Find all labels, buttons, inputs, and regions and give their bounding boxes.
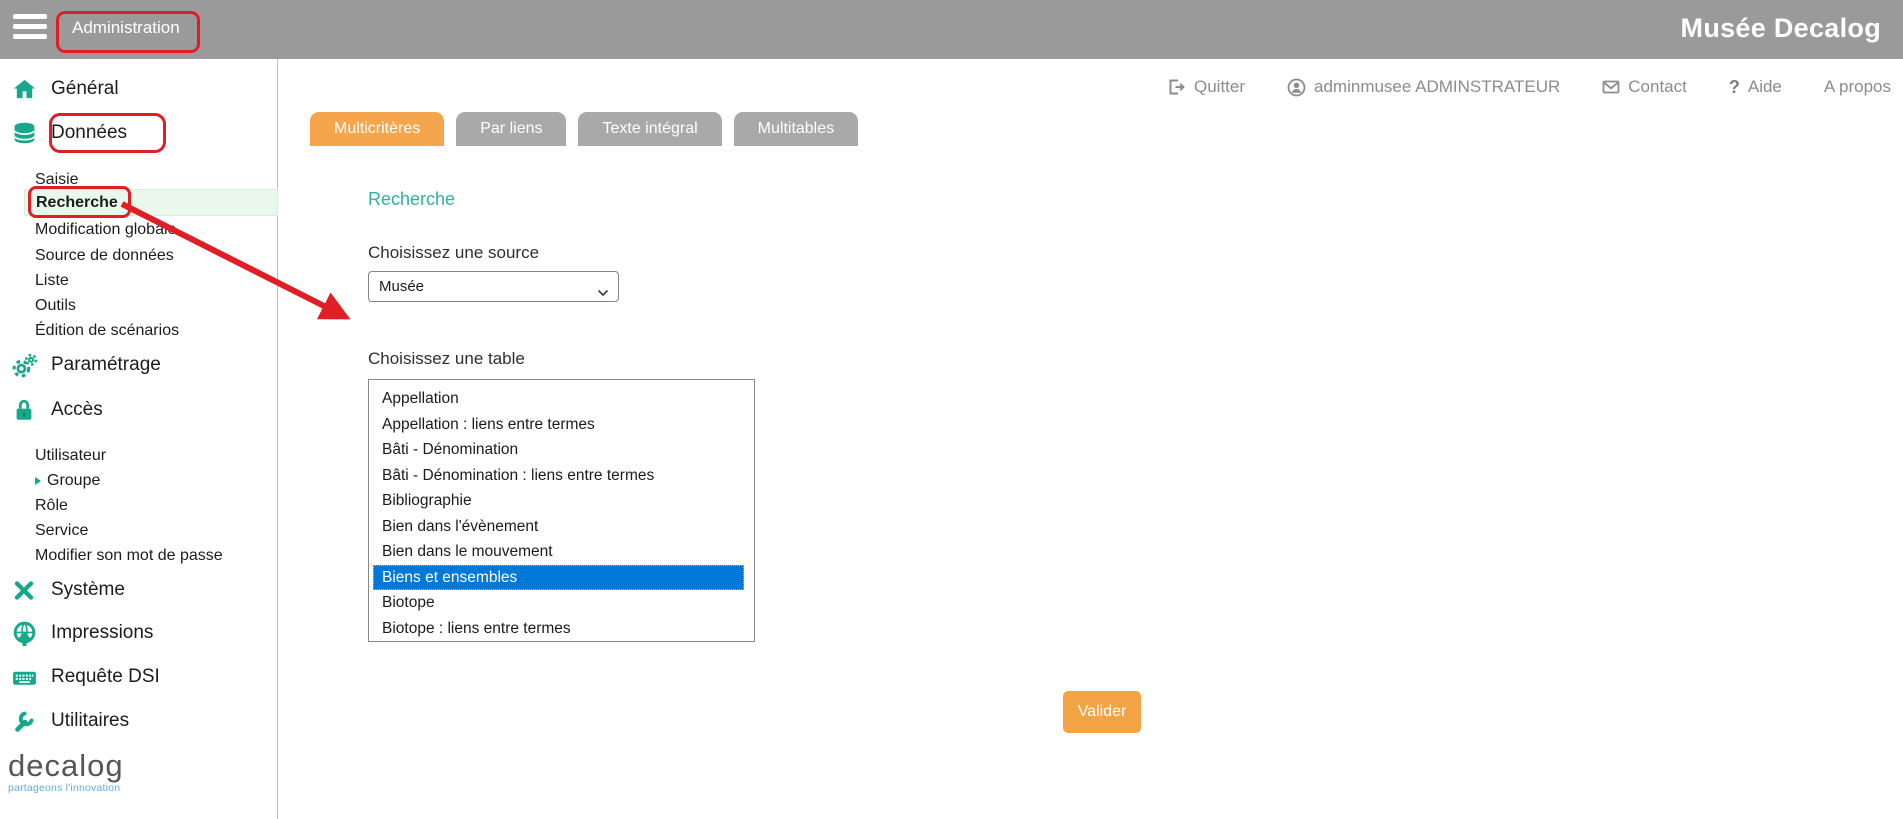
- sidebar-item-label: Paramétrage: [51, 354, 161, 376]
- home-icon: [10, 75, 38, 103]
- sidebar-item-acces[interactable]: Accès: [0, 388, 278, 432]
- table-option[interactable]: Bâti - Dénomination: [369, 437, 754, 463]
- sidebar-item-label: Édition de scénarios: [35, 322, 179, 340]
- tab-par-liens[interactable]: Par liens: [456, 112, 566, 146]
- about-label: A propos: [1824, 77, 1891, 97]
- table-option[interactable]: Bien dans l'évènement: [369, 514, 754, 540]
- sidebar-item-edition-de-scenarios[interactable]: Édition de scénarios: [0, 318, 278, 343]
- sidebar-item-utilitaires[interactable]: Utilitaires: [0, 699, 278, 743]
- page-title: Recherche: [368, 189, 455, 210]
- sidebar-item-general[interactable]: Général: [0, 67, 278, 111]
- tab-multicriteres[interactable]: Multicritères: [310, 112, 444, 146]
- decalog-logo: decalog partageons l'innovation: [8, 751, 124, 794]
- user-account[interactable]: adminmusee ADMINSTRATEUR: [1287, 77, 1560, 97]
- table-option[interactable]: Bâti - Dénomination : liens entre termes: [369, 463, 754, 489]
- envelope-icon: [1602, 78, 1620, 96]
- sidebar-item-label: Système: [51, 579, 125, 601]
- sidebar-item-label: Service: [35, 522, 88, 540]
- administration-page: Administration Musée Decalog Quitter adm…: [0, 0, 1903, 819]
- logo-text: decalog: [8, 751, 124, 781]
- sidebar-item-requete-dsi[interactable]: Requête DSI: [0, 655, 278, 699]
- sidebar-item-parametrage[interactable]: Paramétrage: [0, 343, 278, 387]
- sidebar-item-label: Modification globale: [35, 221, 176, 239]
- about-link[interactable]: A propos: [1824, 77, 1891, 97]
- sidebar-item-label: Saisie: [35, 171, 79, 189]
- gears-icon: [10, 351, 38, 379]
- sidebar-item-label: Recherche: [36, 194, 118, 212]
- sidebar-item-utilisateur[interactable]: Utilisateur: [0, 443, 278, 468]
- sidebar-item-role[interactable]: Rôle: [0, 493, 278, 518]
- table-option[interactable]: Appellation : liens entre termes: [369, 412, 754, 438]
- sidebar-item-label: Requête DSI: [51, 666, 160, 688]
- table-option-selected[interactable]: Biens et ensembles: [373, 565, 744, 591]
- sidebar-item-modifier-mot-de-passe[interactable]: Modifier son mot de passe: [0, 543, 278, 568]
- keyboard-icon: [10, 663, 38, 691]
- expand-triangle-icon: [35, 477, 41, 485]
- sidebar-item-label: Données: [51, 122, 127, 144]
- logout-icon: [1167, 78, 1186, 96]
- sidebar-item-donnees[interactable]: Données: [0, 111, 278, 155]
- hamburger-menu-icon[interactable]: [13, 14, 47, 40]
- help-link[interactable]: ? Aide: [1729, 77, 1782, 98]
- source-select[interactable]: Musée: [368, 271, 619, 302]
- question-icon: ?: [1729, 77, 1740, 98]
- sidebar-item-label: Liste: [35, 272, 69, 290]
- logout-link[interactable]: Quitter: [1167, 77, 1245, 97]
- sidebar-item-label: Général: [51, 78, 119, 100]
- logo-tagline: partageons l'innovation: [8, 782, 124, 794]
- help-label: Aide: [1748, 77, 1782, 97]
- wrench-icon: [10, 707, 38, 735]
- sidebar-item-groupe[interactable]: Groupe: [0, 468, 278, 493]
- brand-title: Musée Decalog: [1681, 13, 1881, 44]
- search-tabs: Multicritères Par liens Texte intégral M…: [310, 112, 858, 146]
- sidebar-item-modification-globale[interactable]: Modification globale: [0, 217, 278, 242]
- lock-icon: [10, 396, 38, 424]
- valider-button[interactable]: Valider: [1063, 691, 1141, 733]
- sidebar-item-recherche[interactable]: Recherche: [24, 189, 278, 216]
- sidebar-item-label: Source de données: [35, 247, 174, 265]
- sidebar-item-systeme[interactable]: Système: [0, 568, 278, 612]
- table-option[interactable]: Appellation: [369, 386, 754, 412]
- tab-multitables[interactable]: Multitables: [734, 112, 858, 146]
- sidebar-item-outils[interactable]: Outils: [0, 293, 278, 318]
- annotation-arrow: [0, 0, 1903, 819]
- sidebar-item-label: Modifier son mot de passe: [35, 547, 223, 565]
- top-bar: Administration Musée Decalog: [0, 0, 1903, 59]
- sidebar-item-label: Groupe: [47, 472, 100, 490]
- tab-texte-integral[interactable]: Texte intégral: [578, 112, 721, 146]
- user-label: adminmusee ADMINSTRATEUR: [1314, 77, 1560, 97]
- chevron-down-icon: [597, 284, 609, 301]
- source-select-value: Musée: [379, 278, 424, 295]
- source-label: Choisissez une source: [368, 243, 539, 263]
- contact-link[interactable]: Contact: [1602, 77, 1687, 97]
- sidebar-item-label: Accès: [51, 399, 103, 421]
- table-option[interactable]: Bibliographie: [369, 488, 754, 514]
- sidebar-item-source-de-donnees[interactable]: Source de données: [0, 243, 278, 268]
- user-icon: [1287, 78, 1306, 97]
- table-option[interactable]: Bien dans le mouvement: [369, 539, 754, 565]
- database-icon: [10, 119, 38, 147]
- sidebar-item-label: Utilisateur: [35, 447, 106, 465]
- logout-label: Quitter: [1194, 77, 1245, 97]
- sidebar-item-impressions[interactable]: Impressions: [0, 611, 278, 655]
- table-option[interactable]: Biotope : liens entre termes: [369, 616, 754, 642]
- table-listbox[interactable]: Appellation Appellation : liens entre te…: [368, 379, 755, 642]
- sidebar-item-liste[interactable]: Liste: [0, 268, 278, 293]
- sidebar-item-label: Utilitaires: [51, 710, 129, 732]
- sidebar: Général Données Saisie Recherche Modific…: [0, 59, 278, 819]
- sidebar-item-label: Outils: [35, 297, 76, 315]
- sidebar-item-label: Rôle: [35, 497, 68, 515]
- table-label: Choisissez une table: [368, 349, 525, 369]
- sidebar-item-label: Impressions: [51, 622, 153, 644]
- app-title: Administration: [72, 18, 180, 38]
- header-links: Quitter adminmusee ADMINSTRATEUR Contact…: [279, 59, 1903, 115]
- contact-label: Contact: [1628, 77, 1687, 97]
- table-option[interactable]: Biotope: [369, 590, 754, 616]
- sidebar-item-service[interactable]: Service: [0, 518, 278, 543]
- tools-icon: [10, 576, 38, 604]
- globe-print-icon: [10, 619, 38, 647]
